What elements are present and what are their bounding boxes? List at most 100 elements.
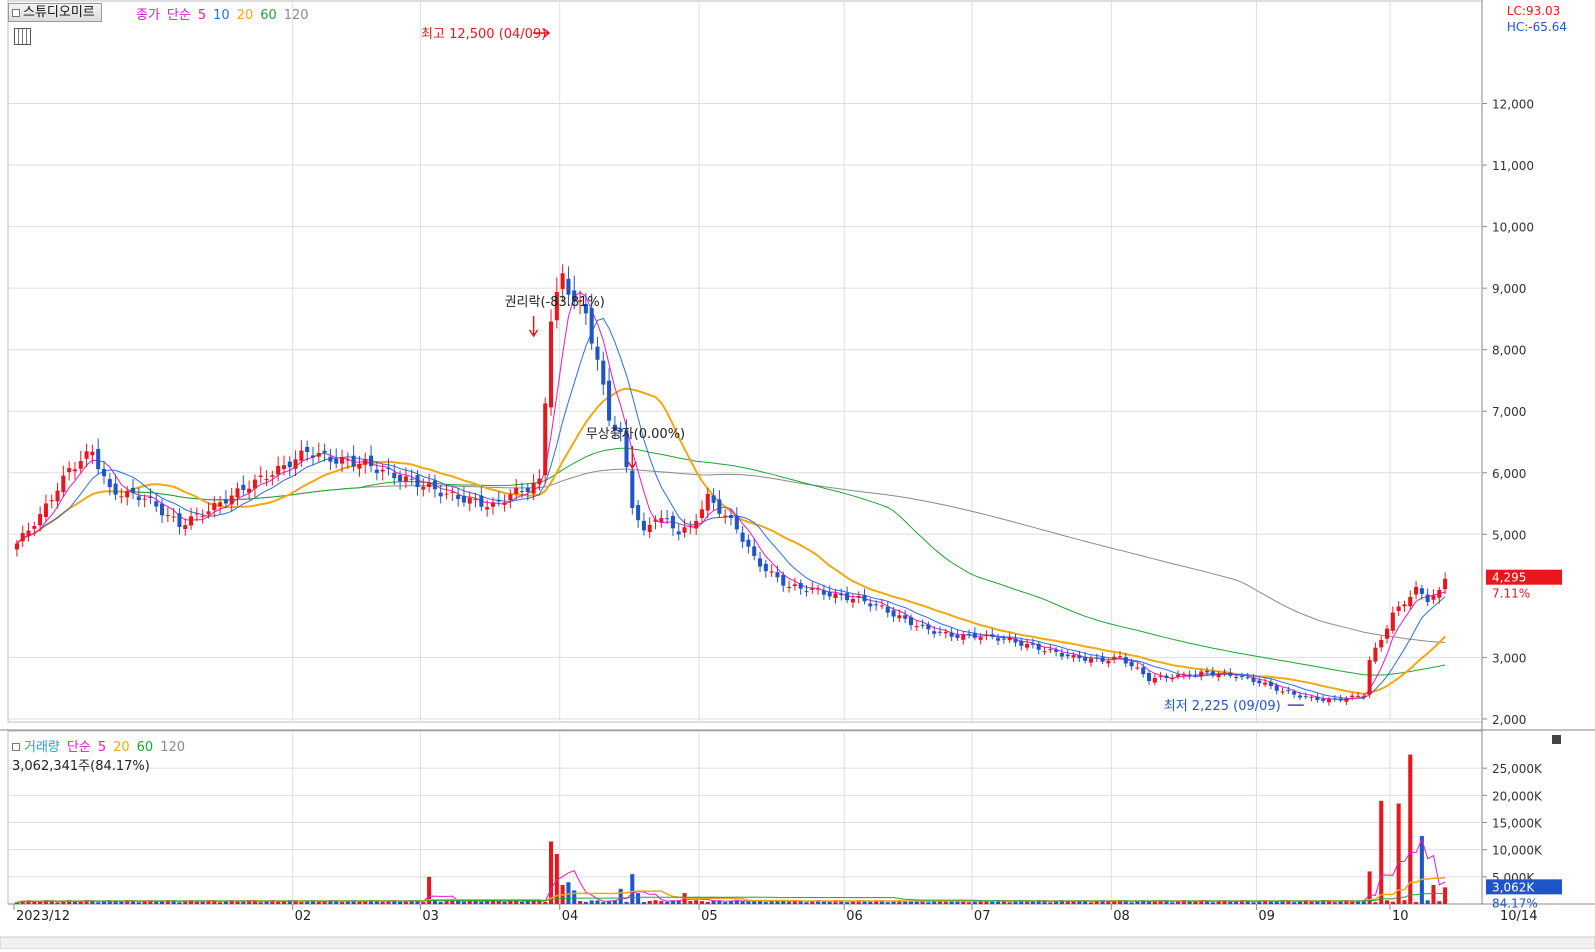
- candle-body: [688, 525, 693, 527]
- volume-bar: [1309, 901, 1314, 904]
- candle-body: [1019, 640, 1024, 646]
- candle-body: [1303, 696, 1308, 698]
- last-change-label: 7.11%: [1492, 587, 1530, 601]
- volume-bar: [72, 901, 77, 904]
- candle-body: [1007, 638, 1012, 641]
- candle-body: [525, 487, 530, 493]
- candle-body: [444, 493, 449, 495]
- volume-bar: [1025, 901, 1030, 904]
- legend-ma60: 60: [260, 8, 277, 23]
- volume-bar: [258, 902, 263, 904]
- candle-body: [1001, 638, 1006, 640]
- candle-body: [1106, 661, 1111, 664]
- volume-bar: [1112, 901, 1117, 904]
- candle-body: [1083, 656, 1088, 661]
- volume-bar: [548, 841, 554, 904]
- candle-body: [1251, 677, 1256, 682]
- candle-body: [252, 479, 257, 489]
- candle-body: [1355, 695, 1361, 697]
- price-y-label: 2,000: [1492, 713, 1526, 727]
- candle-body: [1158, 675, 1163, 677]
- candle-body: [392, 472, 397, 479]
- candle-body: [485, 507, 490, 510]
- volume-bar: [578, 901, 583, 904]
- candle-body: [55, 490, 60, 502]
- volume-bar: [444, 901, 449, 904]
- candle-body: [879, 605, 884, 607]
- candle-body: [130, 487, 136, 494]
- close-pane-icon[interactable]: [1552, 735, 1561, 744]
- candle-body: [728, 515, 734, 519]
- volume-bar: [543, 901, 548, 904]
- volume-bar: [1106, 901, 1111, 904]
- stock-chart[interactable]: 2023/12 02 03 04 05 06 07 08 09 10 10/14 12,000 11,0…: [0, 0, 1595, 950]
- volume-bar: [194, 901, 199, 904]
- candle-body: [781, 574, 786, 586]
- candle-body: [61, 475, 66, 493]
- candle-body: [920, 624, 925, 626]
- candle-body: [856, 595, 861, 598]
- candle-body: [1344, 698, 1349, 702]
- price-y-label: 3,000: [1492, 651, 1526, 665]
- chart-canvas[interactable]: 2023/12 02 03 04 05 06 07 08 09 10 10/14 12,000 11,0…: [0, 0, 1595, 950]
- stock-name-button[interactable]: 스튜디오미르: [8, 3, 102, 22]
- volume-bar: [845, 902, 850, 904]
- candle-body: [1321, 698, 1326, 701]
- volume-bar: [1048, 902, 1053, 904]
- last-volume-label: 3,062K: [1492, 880, 1535, 894]
- candle-body: [20, 533, 25, 542]
- legend-ma5: 5: [197, 8, 207, 23]
- candle-body: [461, 495, 466, 503]
- candle-body: [787, 586, 792, 589]
- candle-body: [90, 451, 95, 456]
- volume-bar: [1390, 901, 1395, 904]
- volume-bar: [636, 893, 641, 904]
- candle-body: [868, 603, 873, 607]
- candle-body: [398, 475, 403, 482]
- candle-body: [1071, 655, 1076, 658]
- candle-body: [1036, 643, 1041, 650]
- volume-bar: [885, 902, 890, 904]
- candle-body: [456, 494, 461, 499]
- candle-body: [160, 503, 165, 516]
- candle-body: [723, 515, 728, 517]
- volume-bar: [339, 902, 345, 904]
- candle-body: [1326, 699, 1332, 703]
- volume-bar: [1437, 901, 1442, 904]
- calculator-icon[interactable]: [14, 28, 31, 45]
- candle-body: [543, 403, 548, 476]
- candle-body: [1152, 677, 1157, 683]
- candle-body: [682, 527, 687, 533]
- candle-body: [1228, 672, 1233, 676]
- candle-body: [1048, 649, 1053, 651]
- candle-body: [676, 531, 681, 535]
- candle-body: [1112, 656, 1117, 660]
- candle-body: [903, 615, 908, 619]
- candle-body: [293, 459, 298, 469]
- volume-bar: [949, 901, 954, 904]
- volume-bar: [1146, 901, 1152, 904]
- x-tick-label: 08: [1113, 909, 1130, 924]
- candle-body: [1257, 680, 1262, 684]
- price-y-label: 10,000: [1492, 221, 1534, 235]
- candle-body: [241, 484, 246, 490]
- candle-body: [380, 469, 385, 472]
- volume-bar: [316, 901, 321, 904]
- candle-body: [1129, 661, 1134, 667]
- candle-body: [972, 632, 977, 638]
- candle-body: [502, 502, 507, 505]
- candle-body: [49, 500, 54, 502]
- candle-body: [757, 558, 763, 567]
- candle-body: [885, 606, 890, 613]
- volume-bar: [96, 902, 101, 904]
- candle-body: [328, 456, 333, 462]
- volume-bar: [699, 901, 705, 904]
- candle-body: [548, 321, 554, 408]
- candle-body: [711, 495, 716, 503]
- candle-body: [177, 513, 182, 527]
- vol-legend-ma120: 120: [160, 740, 186, 755]
- volume-bar: [804, 902, 809, 904]
- candle-body: [862, 595, 867, 602]
- volume-toggle-icon[interactable]: [12, 743, 20, 751]
- x-tick-label: 03: [422, 909, 439, 924]
